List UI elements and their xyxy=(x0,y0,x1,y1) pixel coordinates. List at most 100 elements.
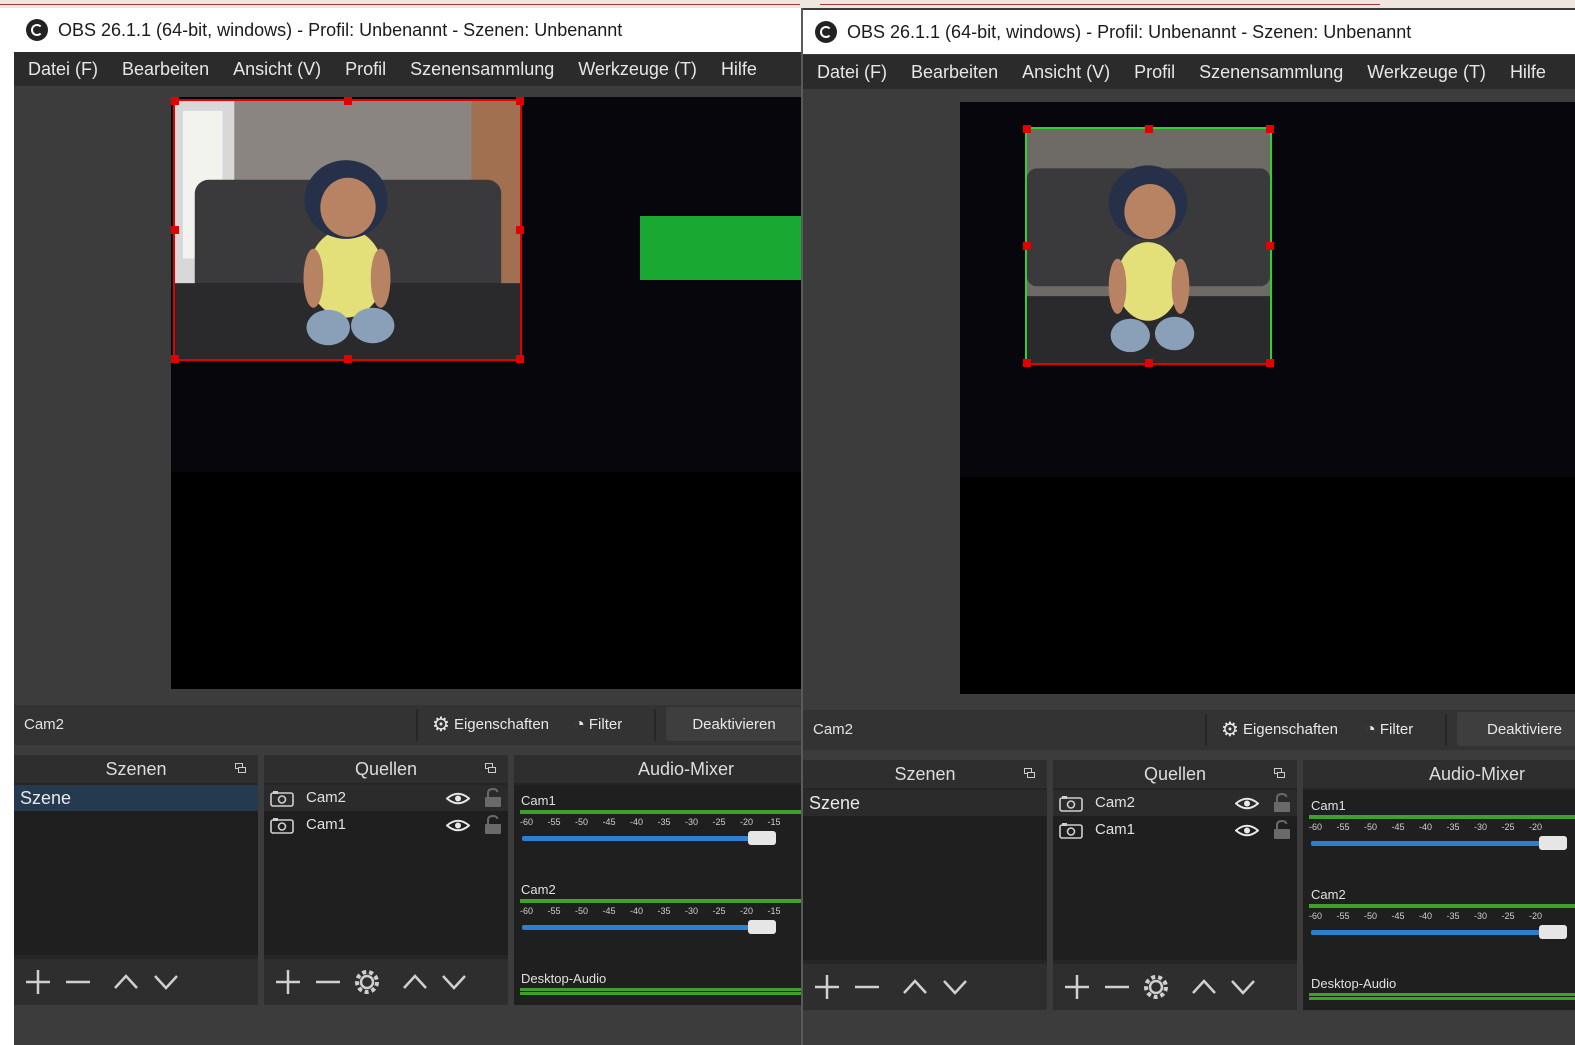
move-scene-down-icon[interactable] xyxy=(943,980,967,995)
add-scene-icon[interactable] xyxy=(815,975,839,999)
source-name: Cam1 xyxy=(306,816,347,833)
menu-bearbeiten[interactable]: Bearbeiten xyxy=(110,59,221,80)
resize-handle-right[interactable] xyxy=(516,226,524,234)
visibility-eye-icon[interactable] xyxy=(1235,824,1259,837)
undock-icon[interactable] xyxy=(485,763,496,773)
filter-icon: ◔ xyxy=(1365,718,1376,739)
menu-profil[interactable]: Profil xyxy=(1122,62,1187,83)
menu-hilfe[interactable]: Hilfe xyxy=(1498,62,1558,83)
volume-slider[interactable] xyxy=(522,836,762,841)
volume-slider[interactable] xyxy=(1311,930,1561,935)
source-list[interactable]: Cam2 Cam1 xyxy=(264,785,508,955)
resize-handle-bottom-left[interactable] xyxy=(171,355,179,363)
filter-button[interactable]: ◔ Filter xyxy=(1365,712,1413,746)
scene-item[interactable]: Szene xyxy=(14,785,258,811)
volume-slider[interactable] xyxy=(1311,841,1561,846)
meter-scale: -60 -55 -50 -45 -40 -35 -30 -25 -20 xyxy=(1309,911,1543,921)
audio-mixer-header: Audio-Mixer xyxy=(1303,760,1575,788)
add-source-icon[interactable] xyxy=(276,970,300,994)
resize-handle-left[interactable] xyxy=(1023,242,1031,250)
undock-icon[interactable] xyxy=(1274,768,1285,778)
move-scene-up-icon[interactable] xyxy=(114,974,138,989)
resize-handle-bottom-left[interactable] xyxy=(1023,359,1031,367)
unlock-icon[interactable] xyxy=(484,815,502,835)
deactivate-button[interactable]: Deaktivieren xyxy=(666,707,802,741)
resize-handle-left[interactable] xyxy=(171,226,179,234)
menu-ansicht[interactable]: Ansicht (V) xyxy=(1010,62,1122,83)
volume-slider-knob[interactable] xyxy=(1539,925,1567,939)
mixer-channels: Cam1 -60 -55 -50 -45 -40 -35 -30 -25 -20 Cam2 -6… xyxy=(1303,790,1575,1010)
title-bar: OBS 26.1.1 (64-bit, windows) - Profil: U… xyxy=(803,10,1575,54)
source-settings-gear-icon[interactable] xyxy=(355,970,379,994)
move-scene-up-icon[interactable] xyxy=(903,979,927,994)
resize-handle-top-right[interactable] xyxy=(1266,125,1274,133)
resize-handle-top-left[interactable] xyxy=(1023,125,1031,133)
source-list[interactable]: Cam2 Cam1 xyxy=(1053,790,1297,960)
resize-handle-bottom[interactable] xyxy=(1144,359,1153,367)
properties-button[interactable]: ⚙ Eigenschaften xyxy=(432,707,549,741)
resize-handle-bottom[interactable] xyxy=(343,355,352,363)
add-scene-icon[interactable] xyxy=(26,970,50,994)
meter-scale: -60 -55 -50 -45 -40 -35 -30 -25 -20 xyxy=(1309,822,1543,832)
move-source-down-icon[interactable] xyxy=(442,975,466,990)
menu-werkzeuge[interactable]: Werkzeuge (T) xyxy=(1355,62,1498,83)
unlock-icon[interactable] xyxy=(484,788,502,808)
menu-werkzeuge[interactable]: Werkzeuge (T) xyxy=(566,59,709,80)
sources-dock-header: Quellen xyxy=(1053,760,1297,788)
toolbar-divider xyxy=(416,709,418,741)
obs-window-after: OBS 26.1.1 (64-bit, windows) - Profil: U… xyxy=(803,8,1575,1045)
undock-icon[interactable] xyxy=(1024,768,1035,778)
sources-dock-title: Quellen xyxy=(1143,764,1207,784)
resize-handle-bottom-right[interactable] xyxy=(516,355,524,363)
filter-button[interactable]: ◔ Filter xyxy=(574,707,622,741)
unlock-icon[interactable] xyxy=(1273,820,1291,840)
visibility-eye-icon[interactable] xyxy=(446,819,470,832)
menu-datei[interactable]: Datei (F) xyxy=(803,62,899,83)
move-source-down-icon[interactable] xyxy=(1231,980,1255,995)
menu-ansicht[interactable]: Ansicht (V) xyxy=(221,59,333,80)
cam2-source-frame[interactable] xyxy=(1023,125,1274,367)
visibility-eye-icon[interactable] xyxy=(446,792,470,805)
menu-profil[interactable]: Profil xyxy=(333,59,398,80)
filter-label: Filter xyxy=(1379,720,1414,738)
resize-handle-bottom-right[interactable] xyxy=(1266,359,1274,367)
move-source-up-icon[interactable] xyxy=(1192,979,1216,994)
properties-label: Eigenschaften xyxy=(1242,720,1339,738)
resize-handle-top-left[interactable] xyxy=(171,97,179,105)
add-source-icon[interactable] xyxy=(1065,975,1089,999)
menu-szenensammlung[interactable]: Szenensammlung xyxy=(398,59,566,80)
properties-button[interactable]: ⚙ Eigenschaften xyxy=(1221,712,1338,746)
menu-bearbeiten[interactable]: Bearbeiten xyxy=(899,62,1010,83)
unlock-icon[interactable] xyxy=(1273,793,1291,813)
scene-list[interactable]: Szene xyxy=(14,785,258,955)
menu-szenensammlung[interactable]: Szenensammlung xyxy=(1187,62,1355,83)
scene-list[interactable]: Szene xyxy=(803,790,1047,960)
move-source-up-icon[interactable] xyxy=(403,974,427,989)
resize-handle-top-right[interactable] xyxy=(516,97,524,105)
source-item-cam1[interactable]: Cam1 xyxy=(1053,817,1297,843)
move-scene-down-icon[interactable] xyxy=(154,975,178,990)
source-item-cam2[interactable]: Cam2 xyxy=(264,785,508,811)
source-item-cam2[interactable]: Cam2 xyxy=(1053,790,1297,816)
resize-handle-right[interactable] xyxy=(1266,242,1274,250)
preview-area[interactable] xyxy=(803,89,1575,695)
resize-handle-top[interactable] xyxy=(1144,125,1153,133)
visibility-eye-icon[interactable] xyxy=(1235,797,1259,810)
volume-meter xyxy=(1309,904,1575,908)
volume-slider-knob[interactable] xyxy=(748,831,776,845)
scene-item[interactable]: Szene xyxy=(803,790,1047,816)
source-settings-gear-icon[interactable] xyxy=(1144,975,1168,999)
undock-icon[interactable] xyxy=(235,763,246,773)
volume-slider-knob[interactable] xyxy=(1539,836,1567,850)
scenes-dock-title: Szenen xyxy=(105,759,167,779)
volume-slider-knob[interactable] xyxy=(748,920,776,934)
menu-datei[interactable]: Datei (F) xyxy=(14,59,110,80)
volume-slider[interactable] xyxy=(522,925,762,930)
source-item-cam1[interactable]: Cam1 xyxy=(264,812,508,838)
cam2-source-frame[interactable] xyxy=(171,97,524,363)
deactivate-button[interactable]: Deaktiviere xyxy=(1457,712,1575,746)
menu-hilfe[interactable]: Hilfe xyxy=(709,59,769,80)
preview-area[interactable] xyxy=(14,86,802,692)
audio-mixer-title: Audio-Mixer xyxy=(1429,764,1526,784)
resize-handle-top[interactable] xyxy=(343,97,352,105)
